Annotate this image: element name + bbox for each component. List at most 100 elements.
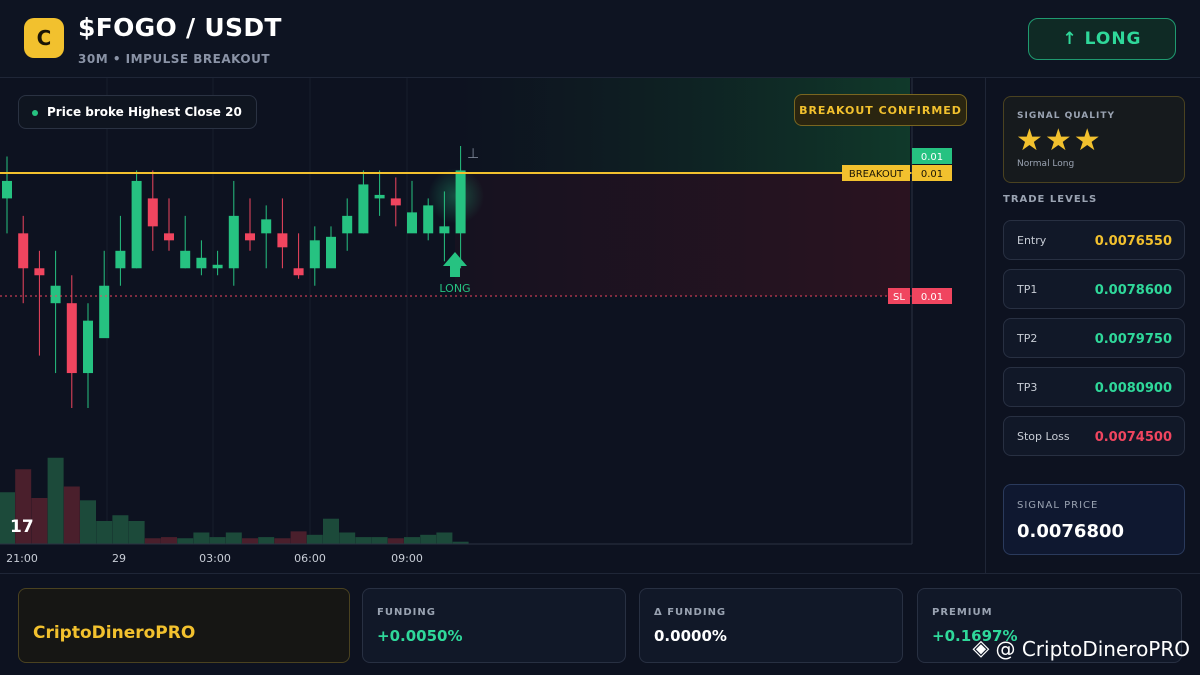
level-name: TP1 — [1017, 283, 1038, 296]
volume-bar — [161, 537, 177, 544]
volume-bar — [404, 537, 420, 544]
pair-title: $FOGO / USDT — [78, 13, 282, 42]
time-tick: 03:00 — [199, 552, 231, 565]
candle-body — [407, 212, 417, 234]
candle-body — [342, 215, 353, 234]
volume-bar — [144, 538, 161, 544]
time-tick: 29 — [112, 552, 126, 565]
breakout-note-text: Price broke Highest Close 20 — [47, 105, 242, 119]
sidebar: SIGNAL QUALITY ★★★ Normal Long TRADE LEV… — [985, 78, 1200, 573]
level-stop-loss: Stop Loss 0.0074500 — [1003, 416, 1185, 456]
candle-body — [50, 285, 61, 304]
delta-funding-value: 0.0000% — [654, 627, 727, 645]
candle-body — [261, 219, 272, 234]
level-value: 0.0074500 — [1094, 430, 1172, 445]
volume-bar — [371, 537, 388, 544]
candle-body — [326, 236, 336, 269]
candle-body — [245, 233, 255, 241]
volume-bar — [96, 521, 113, 544]
level-value: 0.0078600 — [1094, 283, 1172, 298]
header: C $FOGO / USDT 30M • IMPULSE BREAKOUT ↑ … — [0, 0, 1200, 78]
volume-bar — [63, 486, 80, 544]
volume-bar — [225, 532, 242, 544]
sl-zone — [455, 173, 910, 296]
binance-diamond-icon: ◈ — [972, 636, 990, 661]
green-dot-icon — [32, 110, 38, 116]
time-axis: 21:00 29 03:00 06:00 09:00 — [6, 552, 423, 565]
volume-bar — [177, 538, 194, 544]
volume-bar — [274, 538, 291, 544]
candle-body — [66, 303, 77, 374]
trade-levels-label: TRADE LEVELS — [1003, 194, 1098, 205]
volume-bar — [420, 534, 437, 544]
level-tp2: TP2 0.0079750 — [1003, 318, 1185, 358]
volume-bar — [80, 500, 96, 544]
candle-body — [196, 257, 207, 269]
long-signal-label: LONG — [439, 282, 470, 295]
volume-bar — [112, 515, 129, 544]
candle-body — [34, 268, 45, 276]
delta-funding-label: Δ FUNDING — [654, 607, 727, 618]
candle-body — [212, 264, 223, 269]
candle-body — [228, 215, 239, 269]
star-rating-icon: ★★★ — [1016, 123, 1103, 158]
candle-body — [374, 194, 385, 199]
funding-value: +0.0050% — [377, 627, 463, 645]
level-entry: Entry 0.0076550 — [1003, 220, 1185, 260]
candle-body — [147, 198, 158, 227]
tradingview-logo: 17 — [10, 517, 34, 537]
candle-body — [358, 184, 369, 234]
level-value: 0.0079750 — [1094, 332, 1172, 347]
volume-bar — [193, 532, 210, 544]
signal-quality-card: SIGNAL QUALITY ★★★ Normal Long — [1003, 96, 1185, 183]
time-tick: 06:00 — [294, 552, 326, 565]
volume-bar — [31, 498, 48, 544]
app-logo: C — [24, 18, 64, 58]
level-name: TP3 — [1017, 381, 1038, 394]
price-chart[interactable]: ⊥ LONG 0.01 BREAKOUT 0.01 SL 0.01 17 21:… — [0, 78, 985, 573]
signal-price-card: SIGNAL PRICE 0.0076800 — [1003, 484, 1185, 555]
volume-bar — [436, 532, 453, 544]
premium-label: PREMIUM — [932, 607, 993, 618]
level-value: 0.0080900 — [1094, 381, 1172, 396]
candle-body — [131, 180, 142, 269]
volume-bar — [258, 537, 275, 544]
volume-bar — [339, 532, 356, 544]
candle-body — [439, 226, 450, 234]
candle-body — [180, 250, 191, 269]
volume-bar — [306, 534, 323, 544]
signal-quality-label: SIGNAL QUALITY — [1017, 111, 1115, 121]
footer: CriptoDineroPRO FUNDING +0.0050% Δ FUNDI… — [0, 573, 1200, 675]
level-tp1: TP1 0.0078600 — [1003, 269, 1185, 309]
brand-card: CriptoDineroPRO — [18, 588, 350, 663]
candle-body — [115, 250, 126, 269]
funding-label: FUNDING — [377, 607, 436, 618]
candle-body — [277, 233, 288, 248]
long-button[interactable]: ↑ LONG — [1028, 18, 1176, 60]
volume-bar — [323, 518, 339, 544]
candle-body — [2, 180, 12, 199]
level-tp3: TP3 0.0080900 — [1003, 367, 1185, 407]
candle-body — [18, 233, 29, 269]
level-value: 0.0076550 — [1094, 234, 1172, 249]
volume-bar — [128, 521, 145, 544]
time-tick: 09:00 — [391, 552, 423, 565]
signal-type: Normal Long — [1017, 159, 1075, 169]
signal-price-value: 0.0076800 — [1017, 521, 1125, 542]
chart-canvas[interactable]: ⊥ LONG 0.01 BREAKOUT 0.01 SL 0.01 17 21:… — [0, 78, 985, 573]
svg-text:⊥: ⊥ — [467, 146, 479, 162]
breakout-note: Price broke Highest Close 20 — [18, 95, 257, 129]
delta-funding-card: Δ FUNDING 0.0000% — [639, 588, 903, 663]
sl-tag-label: SL — [893, 292, 905, 303]
candle-body — [83, 320, 93, 374]
brand-name: CriptoDineroPRO — [33, 623, 196, 643]
candle-body — [309, 240, 320, 269]
volume-bar — [47, 457, 64, 544]
time-tick: 21:00 — [6, 552, 38, 565]
sl-price-tag: 0.01 — [921, 292, 943, 303]
breakout-price-tag: 0.01 — [921, 169, 943, 180]
top-price-tag: 0.01 — [921, 152, 943, 163]
volume-bar — [242, 538, 258, 544]
funding-card: FUNDING +0.0050% — [362, 588, 626, 663]
watermark-text: @ CriptoDineroPRO — [995, 636, 1190, 661]
